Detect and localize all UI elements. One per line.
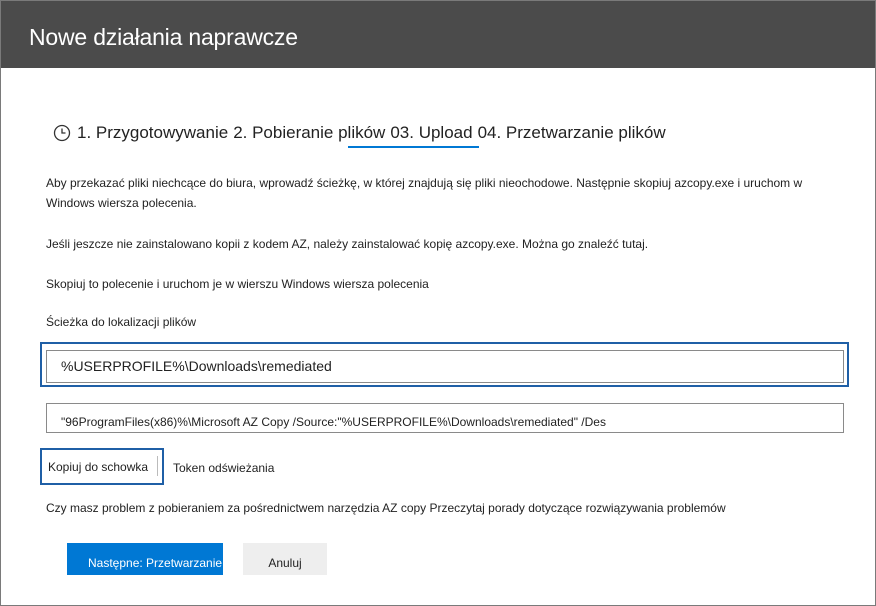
clock-icon	[53, 124, 71, 142]
path-input[interactable]: %USERPROFILE%\Downloads\remediated	[46, 350, 844, 383]
button-divider	[157, 456, 158, 476]
cancel-button[interactable]: Anuluj	[243, 543, 327, 575]
next-button[interactable]: Następne: Przetwarzanie plików	[67, 543, 223, 575]
remediation-dialog: Nowe działania naprawcze 1. Przygotowywa…	[0, 0, 876, 606]
active-step-indicator	[348, 146, 479, 148]
dialog-title: Nowe działania naprawcze	[29, 24, 298, 50]
path-label: Ścieżka do lokalizacji plików	[46, 315, 197, 329]
troubleshooting-help-text[interactable]: Czy masz problem z pobieraniem za pośred…	[46, 501, 726, 515]
step-upload[interactable]: 03. Upload	[390, 123, 472, 143]
step-processing[interactable]: 04. Przetwarzanie plików	[478, 123, 666, 143]
copy-command-instruction: Skopiuj to polecenie i uruchom je w wier…	[46, 277, 429, 291]
step-prepare[interactable]: 1. Przygotowywanie	[77, 123, 228, 143]
azcopy-install-note: Jeśli jeszcze nie zainstalowano kopii z …	[46, 237, 649, 251]
intro-text-line-2: Windows wiersza polecenia.	[46, 196, 197, 210]
step-download[interactable]: 2. Pobieranie plików	[233, 123, 385, 143]
refresh-token-button[interactable]: Token odświeżania	[173, 461, 274, 475]
copy-to-clipboard-button[interactable]: Kopiuj do schowka	[40, 448, 164, 485]
dialog-header: Nowe działania naprawcze	[1, 1, 875, 68]
progress-steps: 1. Przygotowywanie 2. Pobieranie plików …	[53, 118, 666, 148]
command-field[interactable]: "96ProgramFiles(x86)%\Microsoft AZ Copy …	[46, 403, 844, 433]
intro-text-line-1: Aby przekazać pliki niechcące do biura, …	[46, 176, 803, 190]
